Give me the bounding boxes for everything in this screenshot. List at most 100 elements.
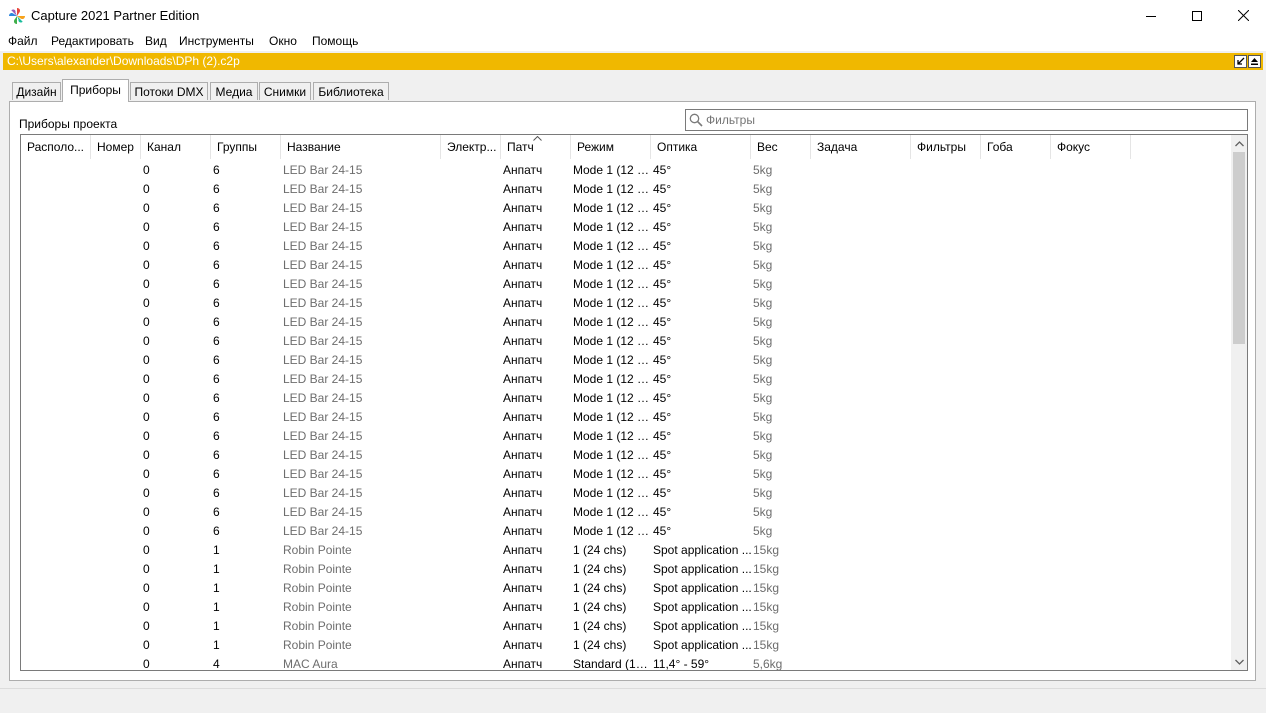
cell-name: LED Bar 24-15 — [283, 220, 363, 234]
cell-name: LED Bar 24-15 — [283, 258, 363, 272]
minimize-button[interactable] — [1128, 0, 1174, 31]
table-row[interactable]: 0 6 LED Bar 24-15 Анпатч Mode 1 (12 c... 45° 5… — [21, 293, 1231, 312]
cell-channel: 0 — [143, 600, 150, 614]
cell-weight: 5kg — [753, 505, 773, 519]
cell-name: LED Bar 24-15 — [283, 524, 363, 538]
cell-channel: 0 — [143, 372, 150, 386]
col-groups[interactable]: Группы — [211, 135, 281, 159]
table-row[interactable]: 0 1 Robin Pointe Анпатч 1 (24 chs) Spot appli… — [21, 597, 1231, 616]
table-row[interactable]: 0 6 LED Bar 24-15 Анпатч Mode 1 (12 c... 45° 5… — [21, 464, 1231, 483]
col-location[interactable]: Располо... — [21, 135, 91, 159]
col-task[interactable]: Задача — [811, 135, 911, 159]
table-row[interactable]: 0 6 LED Bar 24-15 Анпатч Mode 1 (12 c... 45° 5… — [21, 426, 1231, 445]
scroll-up-button[interactable] — [1231, 135, 1247, 152]
maximize-button[interactable] — [1174, 0, 1220, 31]
cell-weight: 15kg — [753, 562, 780, 576]
cell-channel: 0 — [143, 391, 150, 405]
restore-pane-button[interactable] — [1234, 55, 1247, 68]
cell-optics: Spot application ... — [653, 600, 752, 614]
cell-name: Robin Pointe — [283, 619, 352, 633]
table-row[interactable]: 0 1 Robin Pointe Анпатч 1 (24 chs) Spot appli… — [21, 635, 1231, 654]
col-number[interactable]: Номер — [91, 135, 141, 159]
cell-groups: 6 — [213, 448, 220, 462]
table-row[interactable]: 0 6 LED Bar 24-15 Анпатч Mode 1 (12 c... 45° 5… — [21, 369, 1231, 388]
tab-fixtures[interactable]: Приборы — [62, 79, 129, 102]
cell-optics: 45° — [653, 334, 672, 348]
cell-name: LED Bar 24-15 — [283, 486, 363, 500]
menu-bar: Файл Редактировать Вид Инструменты Окно … — [0, 31, 1266, 51]
cell-channel: 0 — [143, 220, 150, 234]
cell-weight: 5kg — [753, 277, 773, 291]
table-row[interactable]: 0 6 LED Bar 24-15 Анпатч Mode 1 (12 c... 45° 5… — [21, 255, 1231, 274]
filter-input[interactable] — [706, 111, 1236, 129]
menu-view[interactable]: Вид — [145, 34, 167, 48]
table-row[interactable]: 0 6 LED Bar 24-15 Анпатч Mode 1 (12 c... 45° 5… — [21, 217, 1231, 236]
menu-file[interactable]: Файл — [8, 34, 38, 48]
menu-tools[interactable]: Инструменты — [179, 34, 254, 48]
cell-name: LED Bar 24-15 — [283, 467, 363, 481]
table-row[interactable]: 0 4 MAC Aura Анпатч Standard (14 ... 11,4° - … — [21, 654, 1231, 670]
table-row[interactable]: 0 6 LED Bar 24-15 Анпатч Mode 1 (12 c... 45° 5… — [21, 388, 1231, 407]
tab-design[interactable]: Дизайн — [12, 82, 61, 100]
scroll-down-button[interactable] — [1231, 653, 1247, 670]
tab-snapshots[interactable]: Снимки — [259, 82, 311, 100]
table-row[interactable]: 0 6 LED Bar 24-15 Анпатч Mode 1 (12 c... 45° 5… — [21, 274, 1231, 293]
cell-optics: 45° — [653, 182, 672, 196]
table-row[interactable]: 0 6 LED Bar 24-15 Анпатч Mode 1 (12 c... 45° 5… — [21, 350, 1231, 369]
col-mode[interactable]: Режим — [571, 135, 651, 159]
menu-edit[interactable]: Редактировать — [51, 34, 134, 48]
cell-weight: 5kg — [753, 448, 773, 462]
tab-library[interactable]: Библиотека — [313, 82, 389, 100]
table-row[interactable]: 0 1 Robin Pointe Анпатч 1 (24 chs) Spot appli… — [21, 559, 1231, 578]
table-row[interactable]: 0 6 LED Bar 24-15 Анпатч Mode 1 (12 c... 45° 5… — [21, 236, 1231, 255]
table-row[interactable]: 0 1 Robin Pointe Анпатч 1 (24 chs) Spot appli… — [21, 616, 1231, 635]
menu-help[interactable]: Помощь — [312, 34, 358, 48]
cell-name: LED Bar 24-15 — [283, 334, 363, 348]
close-button[interactable] — [1220, 0, 1266, 31]
cell-groups: 6 — [213, 277, 220, 291]
col-channel[interactable]: Канал — [141, 135, 211, 159]
table-row[interactable]: 0 6 LED Bar 24-15 Анпатч Mode 1 (12 c... 45° 5… — [21, 160, 1231, 179]
cell-weight: 5kg — [753, 201, 773, 215]
cell-patch: Анпатч — [503, 600, 543, 614]
table-row[interactable]: 0 1 Robin Pointe Анпатч 1 (24 chs) Spot appli… — [21, 578, 1231, 597]
table-row[interactable]: 0 6 LED Bar 24-15 Анпатч Mode 1 (12 c... 45° 5… — [21, 407, 1231, 426]
table-row[interactable]: 0 6 LED Bar 24-15 Анпатч Mode 1 (12 c... 45° 5… — [21, 179, 1231, 198]
col-electrical[interactable]: Электр... — [441, 135, 501, 159]
table-row[interactable]: 0 1 Robin Pointe Анпатч 1 (24 chs) Spot appli… — [21, 540, 1231, 559]
cell-channel: 0 — [143, 258, 150, 272]
cell-weight: 5kg — [753, 258, 773, 272]
col-weight[interactable]: Вес — [751, 135, 811, 159]
col-optics[interactable]: Оптика — [651, 135, 751, 159]
capture-logo-icon — [9, 8, 25, 24]
file-path: C:\Users\alexander\Downloads\DPh (2).c2p — [7, 54, 240, 68]
cell-mode: Mode 1 (12 c... — [573, 277, 651, 291]
menu-window[interactable]: Окно — [269, 34, 297, 48]
cell-weight: 5kg — [753, 372, 773, 386]
table-row[interactable]: 0 6 LED Bar 24-15 Анпатч Mode 1 (12 c... 45° 5… — [21, 502, 1231, 521]
cell-channel: 0 — [143, 182, 150, 196]
cell-mode: Mode 1 (12 c... — [573, 486, 651, 500]
vertical-scrollbar[interactable] — [1231, 135, 1247, 670]
col-gobo[interactable]: Гоба — [981, 135, 1051, 159]
cell-groups: 6 — [213, 467, 220, 481]
table-row[interactable]: 0 6 LED Bar 24-15 Анпатч Mode 1 (12 c... 45° 5… — [21, 483, 1231, 502]
table-row[interactable]: 0 6 LED Bar 24-15 Анпатч Mode 1 (12 c... 45° 5… — [21, 331, 1231, 350]
table-row[interactable]: 0 6 LED Bar 24-15 Анпатч Mode 1 (12 c... 45° 5… — [21, 198, 1231, 217]
cell-weight: 5kg — [753, 239, 773, 253]
tab-dmx-streams[interactable]: Потоки DMX — [130, 82, 208, 100]
table-row[interactable]: 0 6 LED Bar 24-15 Анпатч Mode 1 (12 c... 45° 5… — [21, 521, 1231, 540]
table-row[interactable]: 0 6 LED Bar 24-15 Анпатч Mode 1 (12 c... 45° 5… — [21, 445, 1231, 464]
cell-optics: 45° — [653, 239, 672, 253]
cell-mode: 1 (24 chs) — [573, 562, 627, 576]
col-focus[interactable]: Фокус — [1051, 135, 1131, 159]
cell-weight: 15kg — [753, 638, 780, 652]
cell-channel: 0 — [143, 277, 150, 291]
col-filters[interactable]: Фильтры — [911, 135, 981, 159]
table-row[interactable]: 0 6 LED Bar 24-15 Анпатч Mode 1 (12 c... 45° 5… — [21, 312, 1231, 331]
scrollbar-thumb[interactable] — [1233, 152, 1245, 344]
eject-pane-button[interactable] — [1248, 55, 1261, 68]
col-name[interactable]: Название — [281, 135, 441, 159]
minimize-icon — [1146, 15, 1156, 17]
tab-media[interactable]: Медиа — [210, 82, 258, 100]
